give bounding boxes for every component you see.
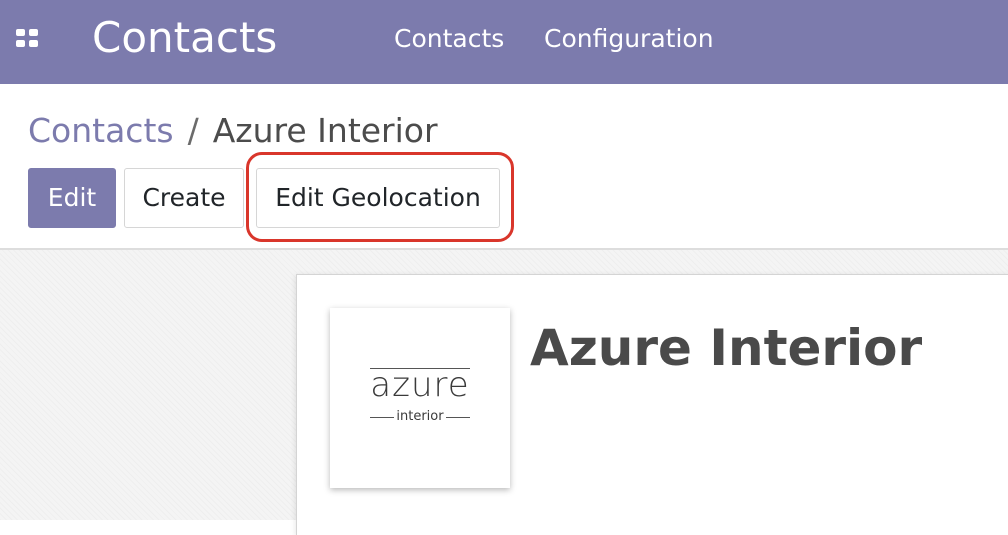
menu-item-contacts[interactable]: Contacts: [394, 22, 504, 56]
logo-word: azure: [370, 365, 470, 405]
breadcrumb-current: Azure Interior: [212, 111, 438, 150]
edit-button[interactable]: Edit: [28, 168, 116, 228]
logo-subtitle-row: interior: [370, 408, 470, 426]
breadcrumb: Contacts / Azure Interior: [28, 110, 438, 152]
menu-item-configuration[interactable]: Configuration: [544, 22, 714, 56]
top-navbar: Contacts Contacts Configuration: [0, 0, 1008, 84]
create-button[interactable]: Create: [124, 168, 244, 228]
highlight-annotation: [246, 152, 514, 242]
record-name-title: Azure Interior: [530, 319, 923, 377]
app-title[interactable]: Contacts: [92, 10, 277, 66]
apps-grid-icon[interactable]: [16, 29, 40, 49]
company-logo-image[interactable]: azure interior: [330, 308, 510, 488]
logo-right-dash: [446, 417, 470, 418]
breadcrumb-separator: /: [187, 111, 199, 150]
breadcrumb-parent-link[interactable]: Contacts: [28, 111, 174, 150]
